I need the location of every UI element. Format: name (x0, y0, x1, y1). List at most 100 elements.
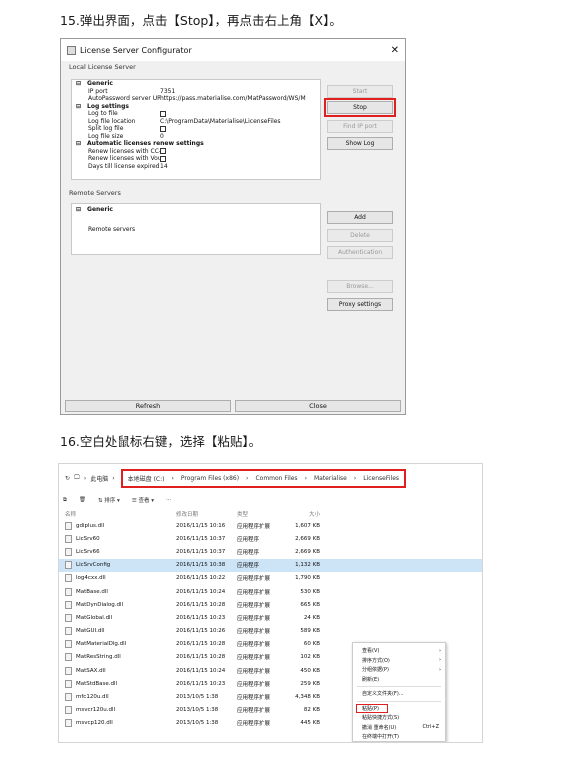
prop-row: Log to file (72, 110, 320, 118)
collapse-icon[interactable]: ⊟ (76, 103, 81, 111)
file-type: 应用程序扩展 (237, 708, 271, 715)
prop-key: Split log file (88, 125, 124, 132)
file-row[interactable]: MatGlobal.dll 2016/11/15 10:23 应用程序扩展 24 KB (59, 611, 482, 624)
remote-servers-label: Remote servers (88, 226, 136, 233)
local-section-label: Local License Server (69, 63, 136, 71)
stop-button[interactable]: Stop (324, 98, 396, 117)
file-date: 2016/11/15 10:23 (176, 680, 226, 687)
prop-group-header: ⊟ Automatic licenses renew settings (72, 140, 320, 148)
col-type[interactable]: 类型 (237, 510, 289, 518)
menu-paste[interactable]: 粘贴(P) (353, 703, 445, 714)
file-icon (65, 574, 72, 583)
file-size: 445 KB (300, 720, 320, 727)
prop-row: Days till license expired 14 (72, 163, 320, 171)
menu-refresh[interactable]: 刷新(E) (353, 675, 445, 685)
file-row[interactable]: gdiplus.dll 2016/11/15 10:16 应用程序扩展 1,607 K… (59, 519, 482, 532)
prop-row: Renew licenses with Vouch... (72, 155, 320, 163)
menu-customize[interactable]: 自定义文件夹(F)... (353, 689, 445, 699)
menu-view[interactable]: 查看(V) › (353, 646, 445, 656)
browse-button[interactable]: Browse... (327, 280, 393, 293)
prop-value[interactable]: 14 (160, 163, 168, 170)
add-button[interactable]: Add (327, 211, 393, 224)
collapse-icon[interactable]: ⊟ (76, 80, 81, 88)
col-date[interactable]: 修改日期 (176, 510, 237, 518)
file-icon (65, 706, 72, 715)
file-date: 2016/11/15 10:24 (176, 667, 226, 674)
crumb-common-files[interactable]: Common Files (255, 475, 297, 482)
menu-group[interactable]: 分组依据(P) › (353, 665, 445, 675)
more-button[interactable]: ··· (166, 497, 171, 503)
file-icon (65, 679, 72, 688)
proxy-settings-button[interactable]: Proxy settings (327, 298, 393, 311)
sort-button[interactable]: ⇅ 排序 ▾ (98, 496, 120, 504)
prop-value[interactable]: 7351 (160, 88, 175, 95)
authentication-button[interactable]: Authentication (327, 246, 393, 259)
crumb-program-files[interactable]: Program Files (x86) (181, 475, 239, 482)
file-name: MatStdBase.dll (76, 680, 118, 687)
file-date: 2016/11/15 10:16 (176, 522, 226, 529)
menu-undo[interactable]: 撤消 重命名(U) Ctrl+Z (353, 723, 445, 733)
delete-icon[interactable]: 🗑 (79, 497, 86, 503)
address-bar[interactable]: ↻ 🖵 › 此电脑 › 本地磁盘 (C:) › Program Files (x8… (59, 464, 482, 492)
file-name: MatGUI.dll (76, 628, 105, 635)
file-row[interactable]: log4cxx.dll 2016/11/15 10:22 应用程序扩展 1,790 K… (59, 572, 482, 585)
prop-checkbox[interactable] (160, 110, 166, 117)
prop-value[interactable]: https://pass.materialise.com/MatPassword… (160, 95, 306, 102)
prop-group-label: Automatic licenses renew settings (87, 140, 204, 147)
prop-row: Renew licenses with CC-key (72, 148, 320, 156)
crumb-c-drive[interactable]: 本地磁盘 (C:) (128, 474, 165, 483)
menu-sort[interactable]: 排序方式(O) › (353, 656, 445, 666)
file-name: LicSrv66 (76, 548, 100, 555)
menu-paste-shortcut[interactable]: 粘贴快捷方式(S) (353, 713, 445, 723)
show-log-button[interactable]: Show Log (327, 137, 393, 150)
file-date: 2016/11/15 10:24 (176, 588, 226, 595)
file-icon (65, 640, 72, 649)
step-16-instruction: 16.空白处鼠标右键，选择【粘贴】。 (60, 434, 262, 449)
close-button[interactable]: Close (235, 400, 401, 412)
file-icon (65, 600, 72, 609)
prop-group-label: Generic (87, 80, 113, 87)
view-button[interactable]: ☰ 查看 ▾ (132, 496, 154, 504)
find-ip-port-button[interactable]: Find IP port (327, 120, 393, 133)
prop-row: Split log file (72, 125, 320, 133)
refresh-icon[interactable]: ↻ (65, 475, 70, 482)
col-size[interactable]: 大小 (289, 510, 320, 518)
prop-key: Log file location (88, 117, 136, 125)
file-row[interactable]: LicSrvConfig 2016/11/15 10:38 应用程序 1,132 KB (59, 558, 482, 572)
collapse-icon[interactable]: ⊟ (76, 140, 81, 148)
file-type: 应用程序 (237, 563, 260, 570)
file-type: 应用程序扩展 (237, 695, 271, 702)
prop-value[interactable]: C:\ProgramData\Materialise\LicenseFiles (160, 118, 281, 125)
prop-checkbox[interactable] (160, 155, 166, 162)
file-name: MatGlobal.dll (76, 614, 113, 621)
remote-property-grid[interactable]: ⊟ Generic Remote servers (71, 203, 321, 255)
file-date: 2016/11/15 10:23 (176, 614, 226, 621)
crumb-this-pc[interactable]: 此电脑 (90, 474, 108, 483)
prop-checkbox[interactable] (160, 148, 166, 154)
prop-row: AutoPassword server URL https://pass.mate… (72, 95, 320, 103)
prop-row: Log file size 0 (72, 133, 320, 141)
local-property-grid[interactable]: ⊟ Generic IP port 7351 AutoPassword server U… (71, 79, 321, 180)
file-row[interactable]: MatBase.dll 2016/11/15 10:24 应用程序扩展 530 KB (59, 585, 482, 598)
file-row[interactable]: LicSrv60 2016/11/15 10:37 应用程序 2,669 KB (59, 532, 482, 545)
copy-icon[interactable]: ⧉ (63, 497, 67, 504)
file-type: 应用程序扩展 (237, 721, 271, 728)
prop-value[interactable]: 0 (160, 133, 164, 140)
close-icon[interactable]: ✕ (391, 45, 399, 56)
prop-checkbox[interactable] (160, 125, 166, 132)
file-type: 应用程序扩展 (237, 523, 271, 530)
col-name[interactable]: 名称 (59, 510, 176, 518)
refresh-button[interactable]: Refresh (65, 400, 231, 412)
crumb-licensefiles[interactable]: LicenseFiles (363, 475, 399, 482)
delete-button[interactable]: Delete (327, 229, 393, 242)
file-row[interactable]: LicSrv66 2016/11/15 10:37 应用程序 2,669 KB (59, 545, 482, 558)
file-row[interactable]: MatDynDialog.dll 2016/11/15 10:28 应用程序扩展 66… (59, 598, 482, 611)
start-button[interactable]: Start (327, 85, 393, 98)
file-icon (65, 561, 72, 570)
file-date: 2013/10/5 1:38 (176, 720, 219, 727)
prop-key: Log file size (88, 132, 124, 140)
file-icon (65, 613, 72, 622)
file-row[interactable]: MatGUI.dll 2016/11/15 10:26 应用程序扩展 589 KB (59, 625, 482, 638)
menu-terminal[interactable]: 在终端中打开(T) (353, 732, 445, 742)
crumb-materialise[interactable]: Materialise (314, 475, 347, 482)
